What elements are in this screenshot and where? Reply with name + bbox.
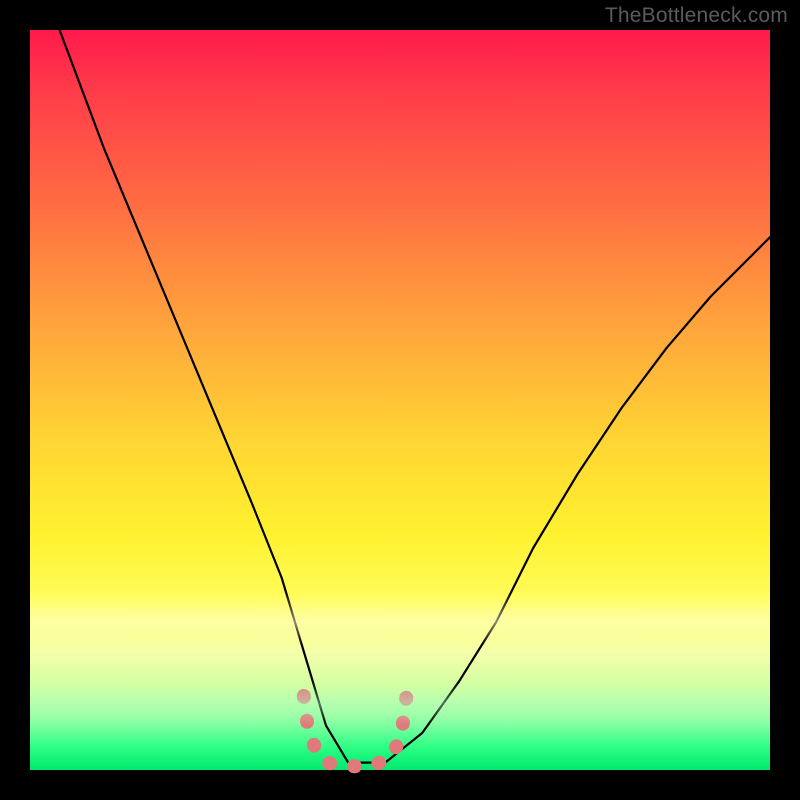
plot-area bbox=[30, 30, 770, 770]
bottleneck-curve bbox=[60, 30, 770, 763]
curve-layer bbox=[30, 30, 770, 770]
chart-frame: TheBottleneck.com bbox=[0, 0, 800, 800]
watermark-text: TheBottleneck.com bbox=[605, 4, 788, 28]
